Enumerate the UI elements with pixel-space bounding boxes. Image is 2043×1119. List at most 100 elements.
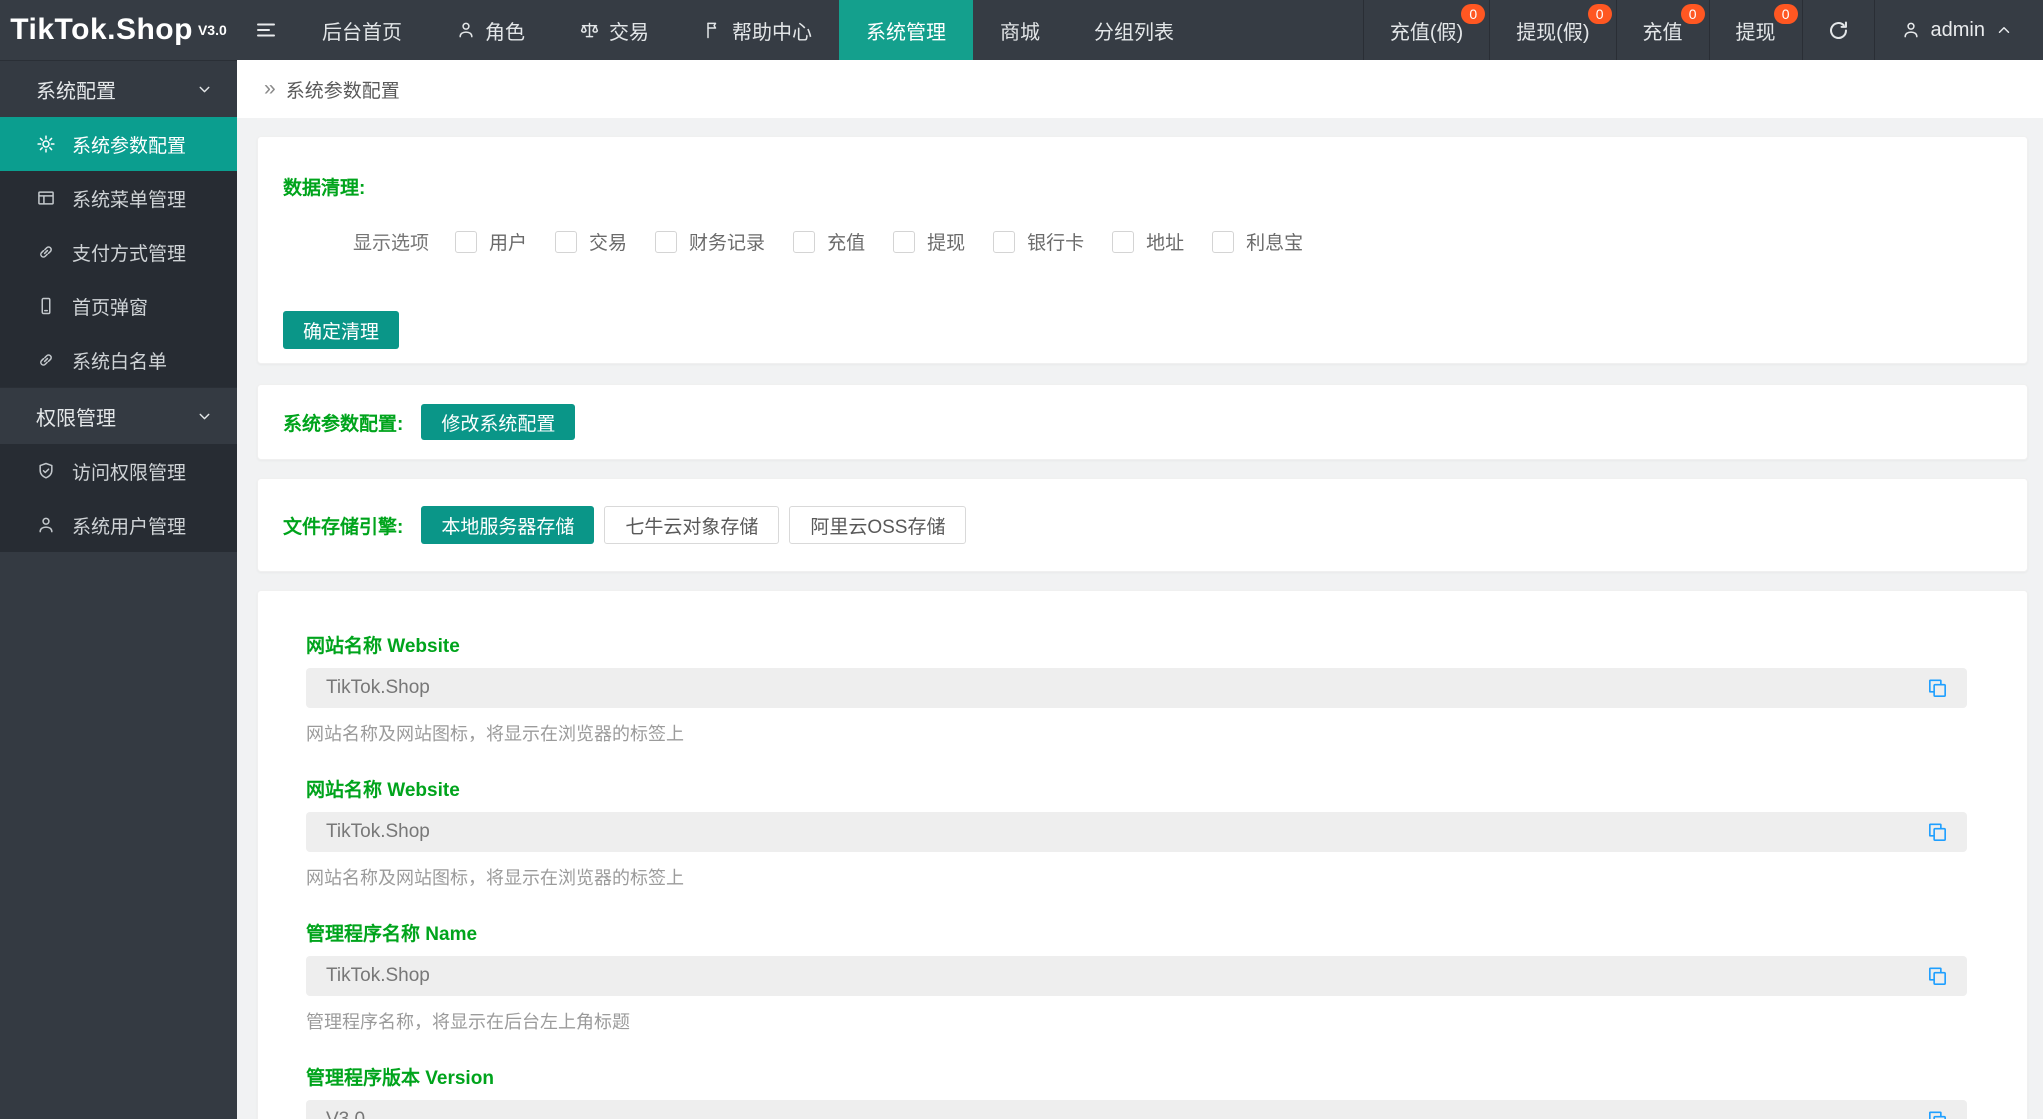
withdraw-count-badge: 0 [1773, 4, 1798, 24]
checkbox-box[interactable] [993, 230, 1016, 253]
sidebar-item-system-param-config[interactable]: 系统参数配置 [0, 117, 237, 171]
sidebar-section-permission-items: 访问权限管理 系统用户管理 [0, 444, 237, 552]
field-admin-name: 管理程序名称 Name 管理程序名称，将显示在后台左上角标题 [306, 919, 1967, 1034]
app-logo: TikTok.Shop V3.0 [0, 0, 237, 60]
copy-icon[interactable] [1926, 965, 1949, 988]
sidebar: 系统配置 系统参数配置 系统菜单管理 支付方式管理 首页弹窗 系统白名单 权限管… [0, 60, 237, 1119]
confirm-cleanup-button[interactable]: 确定清理 [283, 311, 400, 349]
checkbox-box[interactable] [1112, 230, 1135, 253]
breadcrumb: » 系统参数配置 [237, 60, 2043, 118]
field-label: 网站名称 Website [306, 780, 460, 801]
nav-item-help-center[interactable]: 帮助中心 [676, 0, 839, 60]
storage-engine-label: 文件存储引擎: [283, 516, 404, 538]
storage-local-server-button[interactable]: 本地服务器存储 [421, 506, 595, 544]
nav-item-dashboard[interactable]: 后台首页 [295, 0, 429, 60]
sidebar-item-home-popup[interactable]: 首页弹窗 [0, 279, 237, 333]
field-website-name-2: 网站名称 Website 网站名称及网站图标，将显示在浏览器的标签上 [306, 775, 1967, 890]
user-icon [1901, 20, 1921, 40]
chevron-down-icon [196, 408, 213, 425]
nav-item-mall[interactable]: 商城 [973, 0, 1067, 60]
breadcrumb-label: 系统参数配置 [285, 80, 400, 102]
checkbox-box[interactable] [455, 230, 478, 253]
checkbox-financial-records[interactable]: 财务记录 [655, 228, 765, 255]
modify-system-config-button[interactable]: 修改系统配置 [421, 404, 576, 440]
input-wrap [306, 1100, 1967, 1119]
breadcrumb-chevrons-icon: » [264, 77, 276, 100]
copy-icon[interactable] [1926, 821, 1949, 844]
sidebar-item-system-user-management[interactable]: 系统用户管理 [0, 498, 237, 552]
copy-icon[interactable] [1926, 677, 1949, 700]
checkbox-box[interactable] [893, 230, 916, 253]
checkbox-trades[interactable]: 交易 [555, 228, 627, 255]
storage-engine-card: 文件存储引擎: 本地服务器存储 七牛云对象存储 阿里云OSS存储 [257, 478, 2028, 572]
options-label: 显示选项 [353, 233, 430, 254]
checkbox-recharge[interactable]: 充值 [793, 228, 865, 255]
shield-check-icon [36, 461, 56, 481]
topbar-right: 充值(假) 0 提现(假) 0 充值 0 提现 0 admin [1362, 0, 2043, 60]
user-menu[interactable]: admin [1873, 0, 2043, 60]
checkbox-withdraw[interactable]: 提现 [893, 228, 965, 255]
system-param-config-label: 系统参数配置: [283, 413, 404, 435]
checkbox-box[interactable] [1212, 230, 1235, 253]
top-nav: 后台首页 角色 交易 帮助中心 系统管理 商城 分组列表 [295, 0, 1201, 60]
checkbox-interest-treasure[interactable]: 利息宝 [1212, 228, 1303, 255]
website-name-input-2[interactable] [306, 812, 1967, 852]
flag-icon [703, 20, 723, 40]
storage-qiniu-button[interactable]: 七牛云对象存储 [604, 506, 780, 544]
checkbox-users[interactable]: 用户 [455, 228, 527, 255]
sidebar-item-access-permission-management[interactable]: 访问权限管理 [0, 444, 237, 498]
field-help-text: 管理程序名称，将显示在后台左上角标题 [306, 1012, 630, 1032]
input-wrap [306, 668, 1967, 708]
withdraw-button[interactable]: 提现 0 [1708, 0, 1802, 60]
withdraw-fake-button[interactable]: 提现(假) 0 [1489, 0, 1615, 60]
checkbox-box[interactable] [793, 230, 816, 253]
main-content: » 系统参数配置 数据清理: 显示选项 用户 交易 财务记录 充值 提现 银行卡… [237, 60, 2043, 1119]
phone-icon [36, 296, 56, 316]
input-wrap [306, 956, 1967, 996]
sidebar-item-system-menu-management[interactable]: 系统菜单管理 [0, 171, 237, 225]
field-help-text: 网站名称及网站图标，将显示在浏览器的标签上 [306, 868, 684, 888]
cleanup-options-row: 显示选项 用户 交易 财务记录 充值 提现 银行卡 地址 利息宝 [353, 228, 2002, 255]
checkbox-bank-card[interactable]: 银行卡 [993, 228, 1084, 255]
app-title: TikTok.Shop [10, 13, 193, 46]
nav-item-group-list[interactable]: 分组列表 [1067, 0, 1201, 60]
storage-aliyun-oss-button[interactable]: 阿里云OSS存储 [789, 506, 967, 544]
copy-icon[interactable] [1926, 1109, 1949, 1119]
chevron-up-icon [1995, 21, 2013, 39]
input-wrap [306, 812, 1967, 852]
sidebar-item-payment-method-management[interactable]: 支付方式管理 [0, 225, 237, 279]
chevron-down-icon [196, 81, 213, 98]
sidebar-section-permission-management[interactable]: 权限管理 [0, 387, 237, 444]
user-icon [456, 20, 476, 40]
user-icon [36, 515, 56, 535]
checkbox-box[interactable] [655, 230, 678, 253]
username: admin [1930, 18, 1985, 41]
refresh-icon [1827, 19, 1850, 42]
withdraw-fake-count-badge: 0 [1587, 4, 1612, 24]
recharge-count-badge: 0 [1680, 4, 1705, 24]
link-icon [36, 242, 56, 262]
field-label: 管理程序版本 Version [306, 1068, 494, 1089]
sidebar-section-system-config[interactable]: 系统配置 [0, 60, 237, 117]
sidebar-toggle-button[interactable] [237, 0, 295, 60]
admin-version-input[interactable] [306, 1100, 1967, 1119]
recharge-fake-button[interactable]: 充值(假) 0 [1362, 0, 1489, 60]
data-cleanup-card: 数据清理: 显示选项 用户 交易 财务记录 充值 提现 银行卡 地址 利息宝 确… [257, 136, 2028, 364]
website-name-input-1[interactable] [306, 668, 1967, 708]
checkbox-address[interactable]: 地址 [1112, 228, 1184, 255]
recharge-fake-count-badge: 0 [1461, 4, 1486, 24]
nav-item-roles[interactable]: 角色 [429, 0, 552, 60]
topbar: TikTok.Shop V3.0 后台首页 角色 交易 帮助中心 系统管理 商城… [0, 0, 2043, 60]
settings-form-card: 网站名称 Website 网站名称及网站图标，将显示在浏览器的标签上 网站名称 … [257, 590, 2028, 1119]
recharge-button[interactable]: 充值 0 [1615, 0, 1709, 60]
admin-name-input[interactable] [306, 956, 1967, 996]
field-admin-version: 管理程序版本 Version 管理程序版本，将显示在后台左上角标题 [306, 1063, 1967, 1119]
data-cleanup-title: 数据清理: [283, 178, 366, 199]
nav-item-trades[interactable]: 交易 [552, 0, 676, 60]
nav-item-system-management[interactable]: 系统管理 [839, 0, 973, 60]
sidebar-section-system-config-items: 系统参数配置 系统菜单管理 支付方式管理 首页弹窗 系统白名单 [0, 117, 237, 387]
refresh-button[interactable] [1801, 0, 1874, 60]
sidebar-item-system-whitelist[interactable]: 系统白名单 [0, 333, 237, 387]
checkbox-box[interactable] [555, 230, 578, 253]
storage-engine-options: 本地服务器存储 七牛云对象存储 阿里云OSS存储 [421, 506, 967, 544]
